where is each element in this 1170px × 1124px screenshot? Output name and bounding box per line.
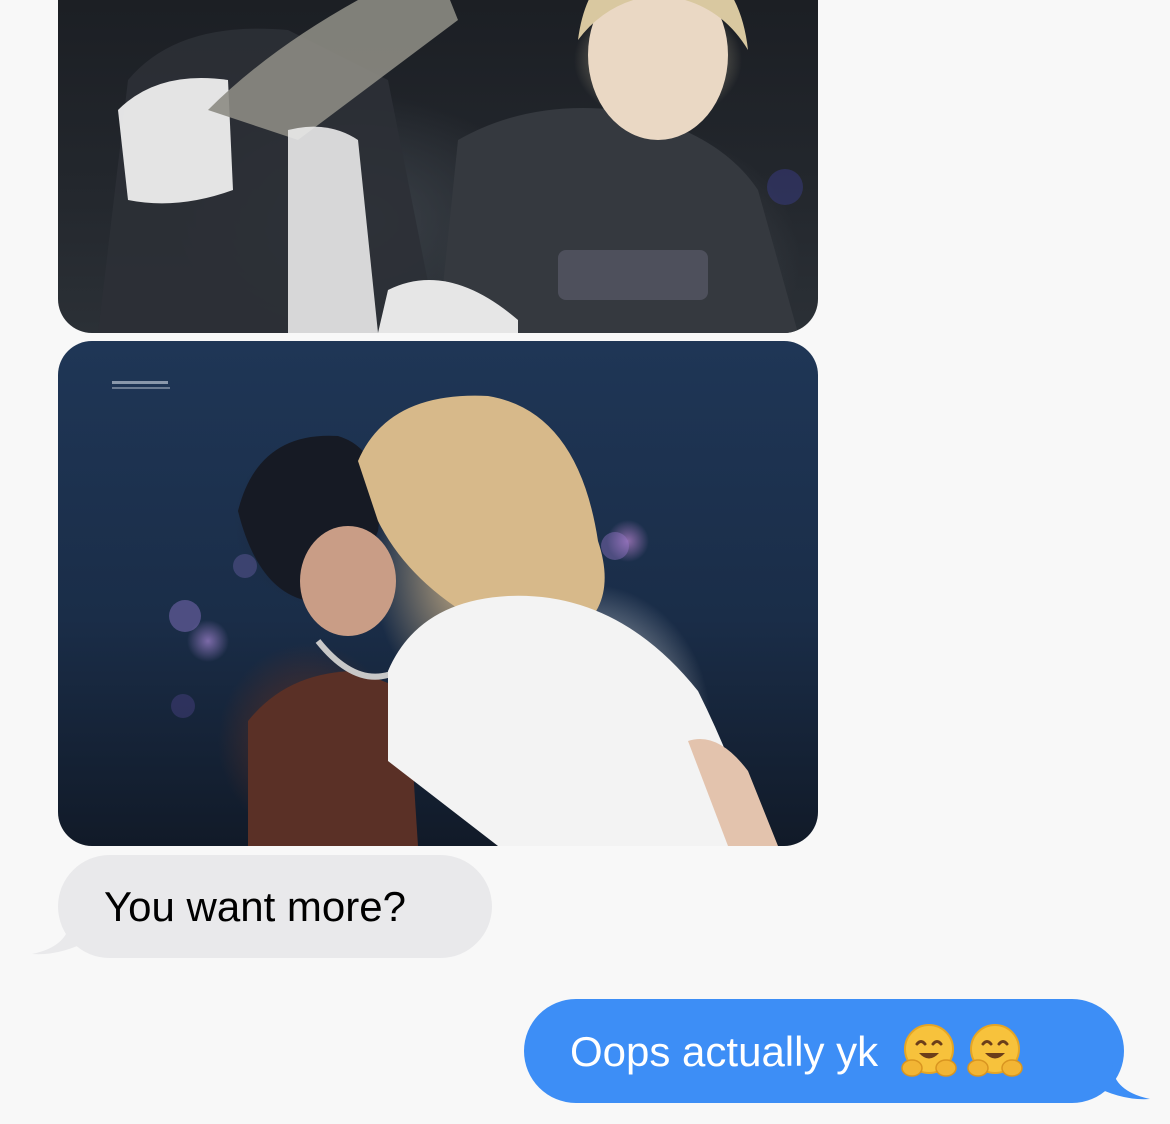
emoji-group bbox=[892, 1024, 1024, 1084]
received-photo-message[interactable] bbox=[58, 341, 818, 846]
photo-content bbox=[98, 0, 803, 333]
photo-watermark bbox=[112, 381, 170, 389]
hugging-face-emoji bbox=[901, 1024, 957, 1077]
received-message-bubble[interactable]: You want more? bbox=[58, 855, 492, 958]
received-photo-message[interactable] bbox=[58, 0, 818, 333]
received-bubble-tail bbox=[32, 918, 90, 955]
sent-message-bubble[interactable]: Oops actually yk bbox=[524, 999, 1124, 1103]
photo-content bbox=[169, 395, 778, 846]
message-thread: You want more? Oops actually yk bbox=[0, 0, 1170, 1124]
sent-bubble-tail bbox=[1092, 1063, 1150, 1100]
message-text-row: Oops actually yk bbox=[570, 1024, 1024, 1084]
message-text: You want more? bbox=[104, 883, 406, 930]
message-text: Oops actually yk bbox=[570, 1028, 879, 1076]
hugging-face-emoji bbox=[967, 1024, 1023, 1077]
